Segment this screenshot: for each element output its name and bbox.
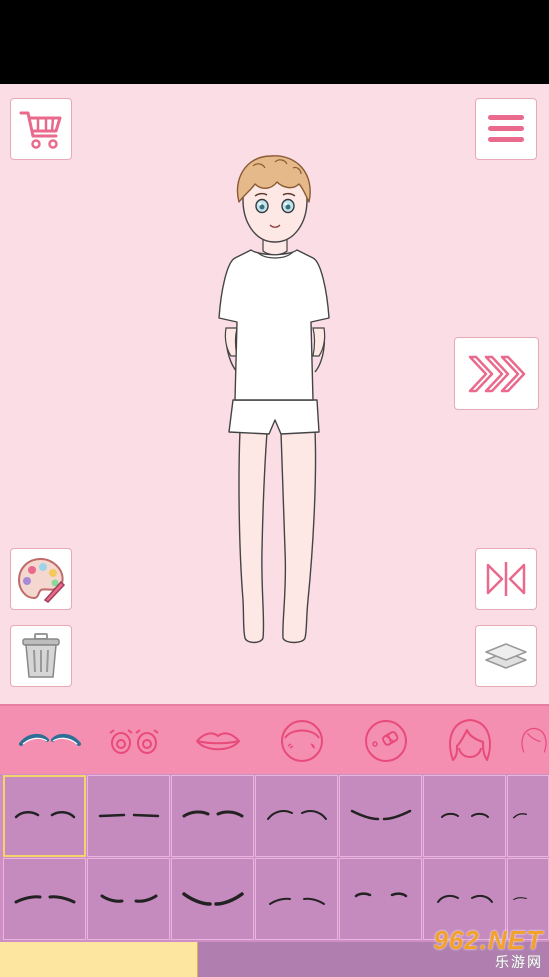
- eyebrow-style-icon: [182, 810, 243, 818]
- eyebrow-icon: [19, 733, 81, 746]
- eyebrow-option-2[interactable]: [87, 775, 170, 857]
- character-shorts: [228, 399, 320, 435]
- hair-partial-icon: [521, 727, 547, 753]
- character-figure: [218, 155, 330, 644]
- trash-button[interactable]: [10, 625, 72, 687]
- eyebrow-option-5[interactable]: [339, 775, 422, 857]
- eyebrow-style-icon: [436, 894, 493, 903]
- eyebrow-option-10[interactable]: [171, 858, 254, 940]
- shopping-cart-icon: [19, 111, 62, 149]
- face-blush-icon: [281, 720, 323, 762]
- menu-button[interactable]: [475, 98, 537, 160]
- mirror-flip-icon: [486, 562, 526, 596]
- tab-hair-back[interactable]: [519, 714, 549, 768]
- watermark: 962.NET 乐游网: [407, 925, 543, 971]
- tab-face-accessory[interactable]: [351, 714, 421, 768]
- layers-icon: [485, 643, 527, 669]
- triple-chevron-right-icon: [468, 355, 525, 392]
- eyebrow-style-icon: [98, 813, 159, 818]
- eyebrow-style-icon: [350, 809, 411, 821]
- eyebrow-style-icon: [440, 812, 489, 818]
- layers-button[interactable]: [475, 625, 537, 687]
- eyebrow-style-icon: [268, 897, 325, 905]
- eyebrow-option-11[interactable]: [255, 858, 338, 940]
- tab-eyes[interactable]: [99, 714, 169, 768]
- eyebrow-style-icon: [14, 811, 75, 819]
- tab-hair[interactable]: [435, 714, 505, 768]
- eyebrow-style-icon: [354, 892, 407, 898]
- eyebrow-style-icon: [14, 895, 75, 904]
- flip-button[interactable]: [475, 548, 537, 610]
- palette-button[interactable]: [10, 548, 72, 610]
- eyebrow-style-icon: [513, 897, 527, 901]
- eyebrow-option-4[interactable]: [255, 775, 338, 857]
- status-bar: [0, 0, 549, 84]
- eyebrow-option-1[interactable]: [3, 775, 86, 857]
- character-shirt: [218, 249, 330, 401]
- eyebrow-options-grid: [0, 774, 549, 942]
- eyes-icon: [109, 729, 159, 754]
- progress-bar-fill: [0, 942, 198, 977]
- eyebrow-style-icon: [513, 813, 527, 819]
- eyebrow-option-3[interactable]: [171, 775, 254, 857]
- eyebrow-option-6[interactable]: [423, 775, 506, 857]
- character-stage: [0, 84, 549, 704]
- eyebrow-option-7[interactable]: [507, 775, 549, 857]
- character-left-leg: [238, 429, 268, 644]
- face-bandage-icon: [365, 720, 407, 762]
- hair-icon: [449, 719, 491, 761]
- paint-palette-icon: [17, 557, 66, 603]
- tab-eyebrows[interactable]: [15, 714, 85, 768]
- tab-mouth[interactable]: [183, 714, 253, 768]
- character-right-leg: [280, 429, 317, 644]
- tab-face[interactable]: [267, 714, 337, 768]
- hamburger-menu-icon: [488, 115, 524, 142]
- shop-button[interactable]: [10, 98, 72, 160]
- eyebrow-style-icon: [266, 810, 327, 820]
- next-button[interactable]: [454, 337, 539, 410]
- lips-icon: [196, 732, 240, 751]
- eyebrow-option-9[interactable]: [87, 858, 170, 940]
- eyebrow-option-8[interactable]: [3, 858, 86, 940]
- trash-can-icon: [22, 633, 60, 678]
- eyebrow-style-icon: [100, 894, 157, 903]
- eyebrow-style-icon: [181, 892, 244, 906]
- watermark-subtext: 乐游网: [495, 953, 543, 970]
- category-tab-bar: [0, 704, 549, 774]
